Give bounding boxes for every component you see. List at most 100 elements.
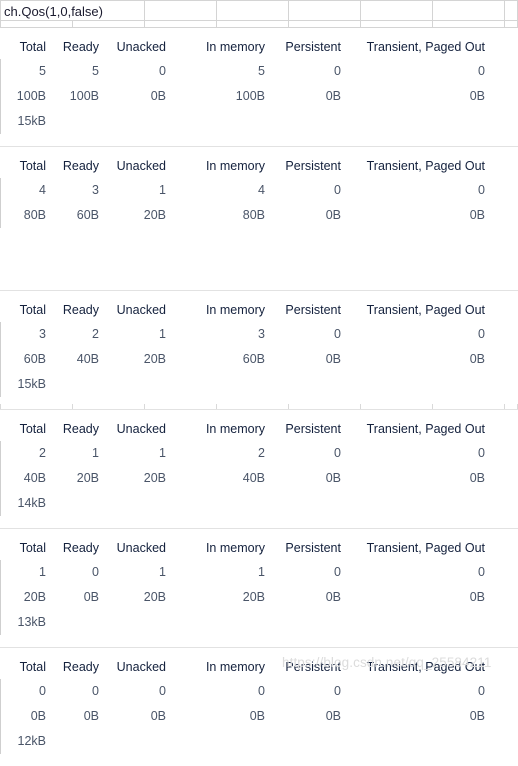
count-value: 0 bbox=[39, 684, 46, 698]
column-header-ready: Ready bbox=[62, 541, 99, 555]
column-header-total: Total bbox=[19, 660, 46, 674]
spreadsheet-sub-row[interactable] bbox=[0, 21, 518, 28]
stat-bytes-row: 20B 0B 20B 20B 0B 0B bbox=[0, 585, 518, 610]
stat-bytes-row: 60B 40B 20B 60B 0B 0B bbox=[0, 347, 518, 372]
grid-subrow-divider-5 bbox=[360, 21, 361, 28]
bytes-value: 20B bbox=[76, 471, 99, 485]
grid-subrow-divider-4 bbox=[288, 21, 289, 28]
count-value: 1 bbox=[92, 446, 99, 460]
stat-block-tail bbox=[0, 516, 518, 528]
stat-total-memory-row: 14kB bbox=[0, 491, 518, 516]
column-header-persistent: Persistent bbox=[285, 40, 341, 54]
total-memory-value: 12kB bbox=[17, 734, 47, 748]
column-header-persistent: Persistent bbox=[285, 660, 341, 674]
total-memory-value: 15kB bbox=[17, 377, 47, 391]
count-value: 1 bbox=[159, 565, 166, 579]
count-value: 1 bbox=[39, 565, 46, 579]
count-value: 0 bbox=[92, 565, 99, 579]
stat-total-memory-row: 15kB bbox=[0, 372, 518, 397]
count-value: 5 bbox=[258, 64, 265, 78]
spreadsheet-grid-strip: ch.Qos(1,0,false) bbox=[0, 0, 518, 28]
stat-total-memory-row: 12kB bbox=[0, 729, 518, 754]
column-header-total: Total bbox=[19, 303, 46, 317]
stat-bytes-row: 0B 0B 0B 0B 0B 0B bbox=[0, 704, 518, 729]
bytes-value: 0B bbox=[325, 208, 341, 222]
bytes-value: 0B bbox=[325, 89, 341, 103]
stat-total-memory-row: 13kB bbox=[0, 610, 518, 635]
count-value: 1 bbox=[159, 446, 166, 460]
count-value: 0 bbox=[92, 684, 99, 698]
spreadsheet-formula-row[interactable]: ch.Qos(1,0,false) bbox=[0, 0, 518, 22]
stat-header-row: Total Ready Unacked In memory Persistent Tran… bbox=[0, 655, 518, 679]
column-header-total: Total bbox=[19, 159, 46, 173]
stat-header-row: Total Ready Unacked In memory Persistent Tran… bbox=[0, 35, 518, 59]
grid-column-divider-3 bbox=[288, 1, 289, 22]
bytes-value: 0B bbox=[325, 352, 341, 366]
count-value: 0 bbox=[478, 565, 485, 579]
column-header-transient-paged-out: Transient, Paged Out bbox=[366, 159, 485, 173]
count-value: 0 bbox=[478, 446, 485, 460]
stat-block-body: Total Ready Unacked In memory Persistent Tran… bbox=[0, 529, 518, 647]
bytes-value: 0B bbox=[469, 709, 485, 723]
bytes-value: 0B bbox=[249, 709, 265, 723]
grid-subrow-divider-3 bbox=[216, 21, 217, 28]
stat-count-row: 1 0 1 1 0 0 bbox=[0, 560, 518, 585]
stat-block: Total Ready Unacked In memory Persistent Tran… bbox=[0, 146, 518, 290]
stat-total-memory-row: 15kB bbox=[0, 109, 518, 134]
bytes-value: 40B bbox=[242, 471, 265, 485]
count-value: 0 bbox=[258, 684, 265, 698]
count-value: 0 bbox=[334, 565, 341, 579]
count-value: 0 bbox=[478, 327, 485, 341]
column-header-ready: Ready bbox=[62, 422, 99, 436]
bytes-value: 0B bbox=[469, 471, 485, 485]
stat-block-body: Total Ready Unacked In memory Persistent Tran… bbox=[0, 28, 518, 146]
bytes-value: 80B bbox=[242, 208, 265, 222]
count-value: 2 bbox=[258, 446, 265, 460]
bytes-value: 0B bbox=[469, 89, 485, 103]
stat-block-body: Total Ready Unacked In memory Persistent Tran… bbox=[0, 410, 518, 528]
column-header-in-memory: In memory bbox=[205, 159, 265, 173]
bytes-value: 100B bbox=[16, 89, 46, 103]
stat-block-tail bbox=[0, 635, 518, 647]
column-header-in-memory: In memory bbox=[205, 303, 265, 317]
grid-subrow-divider-2 bbox=[144, 21, 145, 28]
count-value: 1 bbox=[258, 565, 265, 579]
count-value: 0 bbox=[334, 684, 341, 698]
column-header-persistent: Persistent bbox=[285, 422, 341, 436]
grid-column-divider-2 bbox=[216, 1, 217, 22]
column-header-persistent: Persistent bbox=[285, 303, 341, 317]
count-value: 0 bbox=[159, 64, 166, 78]
column-header-unacked: Unacked bbox=[116, 159, 166, 173]
grid-column-divider-4 bbox=[360, 1, 361, 22]
count-value: 5 bbox=[92, 64, 99, 78]
column-header-ready: Ready bbox=[62, 303, 99, 317]
bytes-value: 0B bbox=[469, 352, 485, 366]
bytes-value: 20B bbox=[143, 208, 166, 222]
bytes-value: 20B bbox=[143, 471, 166, 485]
formula-cell[interactable]: ch.Qos(1,0,false) bbox=[0, 1, 144, 22]
grid-subrow-divider-7 bbox=[504, 21, 505, 28]
count-value: 2 bbox=[92, 327, 99, 341]
bytes-value: 0B bbox=[325, 709, 341, 723]
stat-block: Total Ready Unacked In memory Persistent Tran… bbox=[0, 28, 518, 146]
bytes-value: 40B bbox=[23, 471, 46, 485]
stat-count-row: 5 5 0 5 0 0 bbox=[0, 59, 518, 84]
grid-subrow-divider-0 bbox=[0, 21, 1, 28]
count-value: 1 bbox=[159, 327, 166, 341]
stat-block-tail bbox=[0, 134, 518, 146]
stat-block-body: Total Ready Unacked In memory Persistent Tran… bbox=[0, 291, 518, 409]
column-header-in-memory: In memory bbox=[205, 422, 265, 436]
column-header-unacked: Unacked bbox=[116, 660, 166, 674]
grid-column-divider-6 bbox=[504, 1, 505, 22]
count-value: 1 bbox=[159, 183, 166, 197]
column-header-unacked: Unacked bbox=[116, 40, 166, 54]
column-header-transient-paged-out: Transient, Paged Out bbox=[366, 660, 485, 674]
bytes-value: 20B bbox=[143, 590, 166, 604]
bytes-value: 0B bbox=[150, 89, 166, 103]
count-value: 0 bbox=[334, 183, 341, 197]
stat-bytes-row: 40B 20B 20B 40B 0B 0B bbox=[0, 466, 518, 491]
stat-block: Total Ready Unacked In memory Persistent Tran… bbox=[0, 290, 518, 409]
grid-subrow-divider-1 bbox=[72, 21, 73, 28]
column-header-ready: Ready bbox=[62, 660, 99, 674]
column-header-total: Total bbox=[19, 541, 46, 555]
